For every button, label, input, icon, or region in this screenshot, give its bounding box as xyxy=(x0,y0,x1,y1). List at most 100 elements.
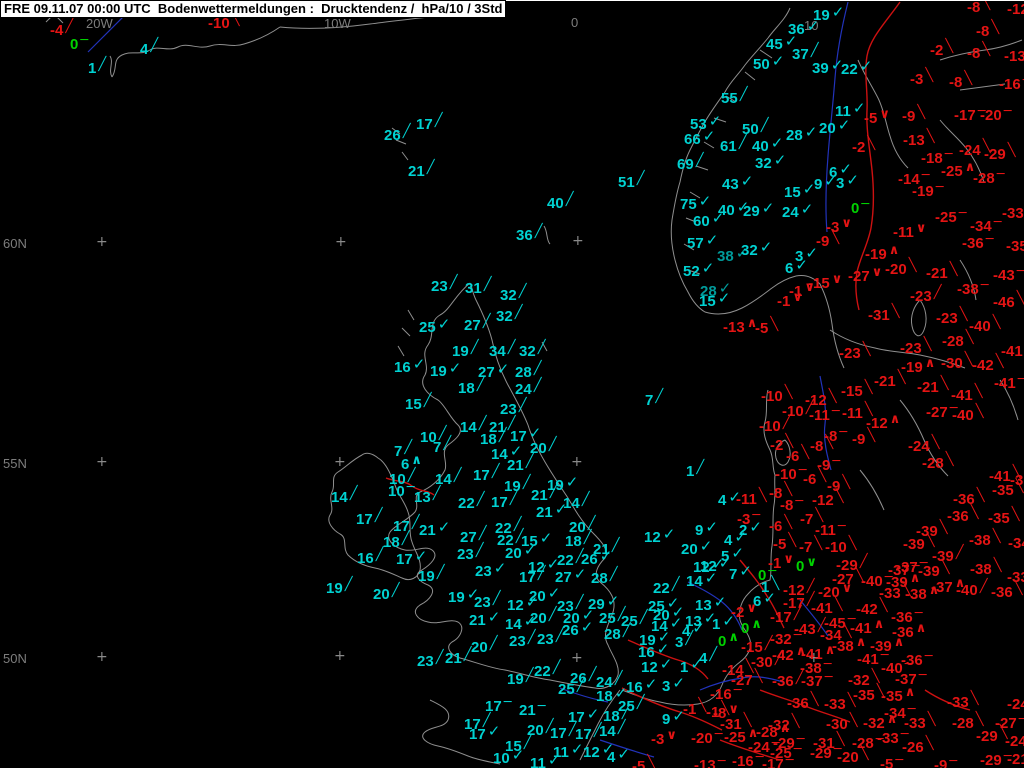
grid-cross-icon: + xyxy=(96,234,108,250)
tendency-symbol-icon: ∧ xyxy=(411,453,422,468)
station-report: 7 ╱ xyxy=(433,437,451,455)
title-bar: FRE 09.11.07 00:00 UTC Bodenwettermeldun… xyxy=(0,0,507,18)
pressure-tendency-value: -9 xyxy=(816,233,830,250)
grid-coordinate-label: 55N xyxy=(3,456,27,471)
pressure-tendency-value: -19 xyxy=(865,246,887,263)
tendency-symbol-icon: ╱ xyxy=(525,454,534,469)
tendency-symbol-icon: ╲ xyxy=(834,597,843,612)
station-report: 9 ✓ xyxy=(662,709,685,728)
pressure-tendency-value: -11 xyxy=(809,407,830,424)
station-report: -8 ╲ xyxy=(810,436,833,454)
tendency-symbol-icon: ╲ xyxy=(788,533,797,548)
station-report: 21 ╱ xyxy=(445,648,472,666)
station-report: 21 ✓ xyxy=(419,520,450,539)
pressure-tendency-value: -29 xyxy=(976,728,998,745)
tendency-symbol-icon: ∨ xyxy=(746,601,757,616)
tendency-symbol-icon: ╲ xyxy=(926,533,935,548)
station-report: 36 ╱ xyxy=(516,225,543,243)
station-report: 19 ✓ xyxy=(639,630,670,649)
pressure-tendency-value: -5 xyxy=(864,110,878,127)
tendency-symbol-icon: ─ xyxy=(717,754,726,768)
tendency-symbol-icon: ─ xyxy=(980,278,989,293)
pressure-tendency-value: 18 xyxy=(458,380,475,397)
station-report: -3 ∨ xyxy=(651,729,677,747)
pressure-tendency-value: -42 xyxy=(972,357,994,374)
tendency-symbol-icon: ∧ xyxy=(751,617,762,632)
tendency-symbol-icon: ╲ xyxy=(993,558,1002,573)
pressure-tendency-value: 27 xyxy=(460,529,477,546)
pressure-tendency-value: -37 xyxy=(896,559,918,576)
station-report: -32 ╲ xyxy=(768,715,800,733)
tendency-symbol-icon: ╲ xyxy=(698,698,707,713)
tendency-symbol-icon: ╱ xyxy=(476,377,485,392)
tendency-symbol-icon: ╱ xyxy=(933,285,942,300)
station-report: -31 ╲ xyxy=(868,305,900,323)
tendency-symbol-icon: ✓ xyxy=(493,559,507,577)
pressure-tendency-value: 28 xyxy=(786,127,803,144)
tendency-symbol-icon: ✓ xyxy=(617,745,630,763)
station-report: -20 ╲ xyxy=(885,259,917,277)
tendency-symbol-icon: ╱ xyxy=(655,389,664,404)
tendency-symbol-icon: ✓ xyxy=(731,544,744,562)
pressure-tendency-value: -15 xyxy=(841,383,863,400)
grid-cross-icon: + xyxy=(572,233,584,249)
station-report: -40 ╱ xyxy=(956,580,988,598)
pressure-tendency-value: 12 xyxy=(641,659,658,676)
pressure-tendency-value: -28 xyxy=(973,170,995,187)
tendency-symbol-icon: ✓ xyxy=(784,32,798,50)
tendency-symbol-icon: ─ xyxy=(793,628,802,643)
tendency-symbol-icon: ╲ xyxy=(926,129,935,144)
station-report: 15 ╱ xyxy=(405,394,432,412)
tendency-symbol-icon: ✓ xyxy=(644,675,658,693)
tendency-symbol-icon: ∧ xyxy=(824,643,836,658)
pressure-tendency-value: 17 xyxy=(550,725,567,742)
station-report: -1 ╲ xyxy=(683,698,707,717)
station-report: 0 ─ xyxy=(851,198,869,216)
tendency-symbol-icon: ✓ xyxy=(761,199,775,217)
tendency-symbol-icon: ╱ xyxy=(404,440,413,455)
pressure-tendency-value: -35 xyxy=(1010,472,1024,489)
pressure-tendency-value: -27 xyxy=(848,268,870,285)
station-report: -26 ╲ xyxy=(902,737,934,755)
pressure-tendency-value: -9 xyxy=(902,108,916,125)
station-report: 18 ╱ xyxy=(458,377,485,397)
grid-cross-icon: + xyxy=(334,454,346,470)
tendency-symbol-icon: ─ xyxy=(958,206,967,221)
pressure-tendency-value: 13 xyxy=(414,489,431,506)
tendency-symbol-icon: ╱ xyxy=(581,492,590,507)
tendency-symbol-icon: ╲ xyxy=(975,712,984,727)
tendency-symbol-icon: ∧ xyxy=(728,630,739,645)
pressure-tendency-value: -9 xyxy=(934,757,948,768)
tendency-symbol-icon: ╱ xyxy=(774,651,783,666)
tendency-symbol-icon: ╱ xyxy=(793,606,802,621)
station-report: -12╲ xyxy=(1007,2,1024,17)
tendency-symbol-icon: ─ xyxy=(904,657,913,672)
station-report: -21 ╲ xyxy=(874,371,906,389)
station-report: 17 ╱ xyxy=(473,465,500,483)
tendency-symbol-icon: ╱ xyxy=(150,38,159,53)
pressure-tendency-value: -6 xyxy=(803,471,817,488)
tendency-symbol-icon: ╲ xyxy=(743,713,752,728)
pressure-tendency-value: 25 xyxy=(599,610,616,627)
pressure-tendency-value: 6 xyxy=(785,260,794,277)
tendency-symbol-icon: ✓ xyxy=(692,619,705,637)
station-report: 1 ╱ xyxy=(88,58,106,76)
tendency-symbol-icon: ✓ xyxy=(448,359,462,377)
tendency-symbol-icon: ╱ xyxy=(478,526,487,541)
pressure-tendency-value: 14 xyxy=(505,616,522,633)
pressure-tendency-value: -16 xyxy=(999,76,1021,93)
pressure-tendency-value: 21 xyxy=(507,457,524,474)
pressure-tendency-value: 23 xyxy=(509,633,526,650)
pressure-tendency-value: 19 xyxy=(448,589,465,606)
pressure-tendency-value: 39 xyxy=(812,60,829,77)
tendency-symbol-icon: ∧ xyxy=(888,243,900,258)
station-report: 12 ✓ xyxy=(700,556,731,575)
pressure-tendency-value: 9 xyxy=(662,711,671,728)
station-report: -16─ xyxy=(732,751,764,768)
tendency-symbol-icon: ╱ xyxy=(533,378,542,393)
tendency-symbol-icon: ╱ xyxy=(449,275,458,290)
station-report: 32 ╱ xyxy=(519,341,546,359)
station-report: 10 ✓ xyxy=(493,748,524,767)
pressure-tendency-value: -17 xyxy=(770,609,792,626)
station-report: -6 ╲ xyxy=(769,516,792,534)
